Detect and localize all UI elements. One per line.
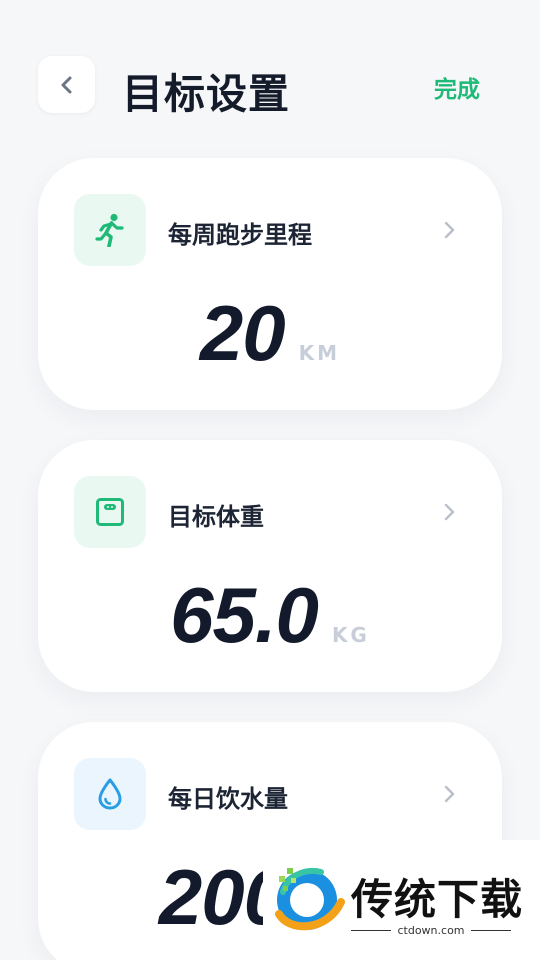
- chevron-right-icon: [444, 785, 455, 803]
- watermark: 传统下载 ctdown.com: [263, 840, 540, 960]
- chevron-right-icon: [444, 221, 455, 239]
- scale-icon-box: [74, 476, 146, 548]
- card-label: 每日饮水量: [168, 785, 288, 813]
- weekly-running-card[interactable]: 每周跑步里程 20 KM: [38, 158, 502, 410]
- header: 目标设置 完成: [0, 0, 540, 150]
- divider: [470, 930, 511, 931]
- water-drop-icon: [98, 778, 122, 810]
- card-label: 目标体重: [168, 503, 264, 531]
- card-label: 每周跑步里程: [168, 221, 312, 249]
- watermark-title: 传统下载: [351, 875, 524, 924]
- watermark-url: ctdown.com: [397, 924, 465, 937]
- back-button[interactable]: [38, 56, 95, 113]
- page-title: 目标设置: [122, 70, 290, 118]
- running-icon-box: [74, 194, 146, 266]
- card-unit: KM: [298, 341, 341, 365]
- card-value: 20: [199, 289, 286, 377]
- card-unit: KG: [331, 623, 370, 647]
- ctdown-logo-icon: [275, 868, 345, 931]
- chevron-right-icon: [444, 503, 455, 521]
- watermark-subtitle: ctdown.com: [351, 924, 511, 937]
- scale-icon: [96, 498, 124, 526]
- chevron-left-icon: [61, 76, 71, 93]
- done-button[interactable]: 完成: [434, 70, 480, 104]
- divider: [351, 930, 392, 931]
- card-value: 65.0: [170, 571, 319, 659]
- target-weight-card[interactable]: 目标体重 65.0 KG: [38, 440, 502, 692]
- running-icon: [95, 213, 124, 247]
- water-drop-icon-box: [74, 758, 146, 830]
- value-row: 20 KM: [38, 288, 502, 379]
- value-row: 65.0 KG: [38, 570, 502, 661]
